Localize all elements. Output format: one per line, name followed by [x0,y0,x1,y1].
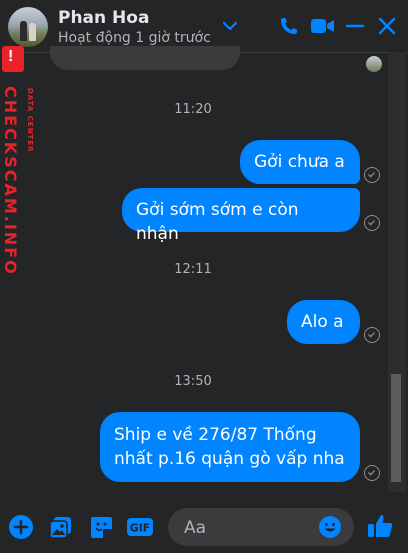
avatar[interactable] [8,7,48,47]
phone-icon[interactable] [278,15,300,37]
watermark-logo-mark: ! [8,48,14,65]
watermark-subtext: DATA CENTER [26,88,34,153]
message-bubble[interactable]: Ship e về 276/87 Thống nhất p.16 quận gò… [100,412,360,482]
seen-avatar [366,56,382,72]
message-input-wrapper[interactable] [168,508,354,546]
scroll-thumb[interactable] [391,374,401,482]
emoji-icon[interactable] [318,515,342,539]
watermark-logo: ! [2,46,24,72]
sent-check-icon [364,215,380,231]
sticker-icon[interactable] [88,514,114,540]
plus-icon[interactable] [8,514,34,540]
contact-name[interactable]: Phan Hoa [58,8,149,28]
message-input[interactable] [182,515,316,541]
image-icon[interactable] [48,514,74,540]
like-icon[interactable] [366,512,394,538]
svg-text:GIF: GIF [130,522,151,535]
timestamp: 12:11 [174,262,212,277]
avatar-figure [20,21,27,41]
video-icon[interactable] [310,15,336,37]
message-bubble[interactable]: Gởi chưa a [240,140,360,184]
avatar-figure [29,23,36,41]
message-bubble[interactable]: Alo a [287,300,360,344]
gif-icon[interactable]: GIF [126,514,154,540]
timestamp: 11:20 [174,102,212,117]
composer: GIF [0,500,408,553]
chevron-down-icon[interactable] [219,15,241,37]
watermark: ! CHECKSCAM.INFO DATA CENTER [0,46,44,276]
previous-message-bubble [50,46,240,70]
message-bubble[interactable]: Gởi sớm sớm e còn nhận [122,188,360,244]
close-icon[interactable] [376,15,398,37]
minimize-icon[interactable] [344,15,366,37]
timestamp: 13:50 [174,374,212,389]
contact-status: Hoạt động 1 giờ trước [58,30,211,46]
sent-check-icon [364,167,380,183]
sent-check-icon [364,327,380,343]
sent-check-icon [364,465,380,481]
scrollbar[interactable] [388,52,406,492]
